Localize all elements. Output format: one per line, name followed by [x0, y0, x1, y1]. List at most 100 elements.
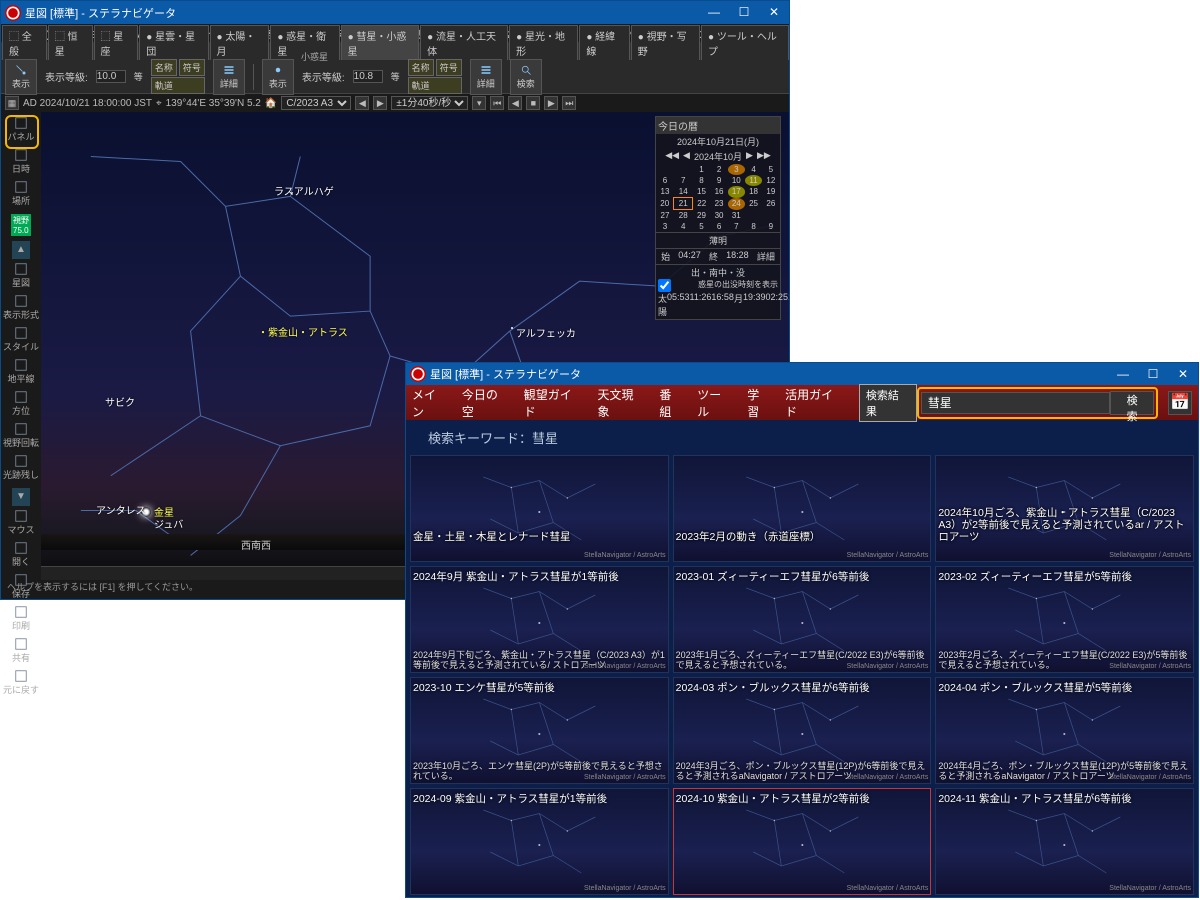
tab-0[interactable]: ⬚ 全般	[2, 25, 47, 60]
tab-9[interactable]: ● 経緯線	[579, 25, 629, 60]
minimize-button[interactable]: —	[699, 1, 729, 24]
show-comets-button[interactable]: 表示	[5, 59, 37, 95]
mag-input-2[interactable]	[353, 70, 383, 83]
titlebar-2[interactable]: 星図 [標準] - ステラナビゲータ — ☐ ✕	[406, 363, 1198, 385]
sign-toggle-2[interactable]: 符号	[436, 59, 462, 76]
orbit-toggle-2[interactable]: 軌道	[408, 77, 462, 94]
left-item-2[interactable]: 場所	[3, 178, 39, 209]
nav-item[interactable]: ツール	[697, 386, 733, 420]
left-item-15[interactable]: 元に戻す	[3, 667, 39, 698]
play-last[interactable]: ⏭	[562, 96, 576, 110]
search-submit[interactable]: 検索	[1110, 391, 1154, 415]
left-item-3[interactable]: 星図	[3, 260, 39, 291]
tab-7[interactable]: ● 流星・人工天体	[420, 25, 508, 60]
orbit-toggle[interactable]: 軌道	[151, 77, 205, 94]
cal-prev[interactable]: ◀	[683, 150, 690, 163]
sim-time[interactable]: AD 2024/10/21 18:00:00 JST	[23, 98, 152, 109]
result-card-8[interactable]: 2024-04 ポン・ブルックス彗星が5等前後2024年4月ごろ、ポン・ブルック…	[935, 677, 1194, 784]
sign-toggle[interactable]: 符号	[179, 59, 205, 76]
cal-next[interactable]: ▶	[746, 150, 753, 163]
zoom-out[interactable]: ▼	[12, 488, 30, 506]
maximize-button[interactable]: ☐	[729, 1, 759, 24]
play-stop[interactable]: ■	[526, 96, 540, 110]
play-back[interactable]: ◀	[508, 96, 522, 110]
next-target[interactable]: ▶	[373, 96, 387, 110]
tab-8[interactable]: ● 星光・地形	[509, 25, 578, 60]
detail-button-2[interactable]: 詳細	[470, 59, 502, 95]
result-card-3[interactable]: 2024年9月 紫金山・アトラス彗星が1等前後2024年9月下旬ごろ、紫金山・ア…	[410, 566, 669, 673]
nav-item[interactable]: 観望ガイド	[524, 386, 584, 420]
result-card-4[interactable]: 2023-01 ズィーティーエフ彗星が6等前後2023年1月ごろ、ズィーティーエ…	[673, 566, 932, 673]
sim-location[interactable]: 139°44'E 35°39'N 5.2	[166, 98, 261, 109]
titlebar[interactable]: 星図 [標準] - ステラナビゲータ — ☐ ✕	[1, 1, 789, 24]
left-item-7[interactable]: 方位	[3, 388, 39, 419]
left-item-8[interactable]: 視野回転	[3, 420, 39, 451]
maximize-button[interactable]: ☐	[1138, 363, 1168, 386]
result-card-2[interactable]: 2024年10月ごろ、紫金山・アトラス彗星（C/2023 A3）が2等前後で見え…	[935, 455, 1194, 562]
result-card-6[interactable]: 2023-10 エンケ彗星が5等前後2023年10月ごろ、エンケ彗星(2P)が5…	[410, 677, 669, 784]
tab-11[interactable]: ● ツール・ヘルプ	[701, 25, 789, 60]
target-select[interactable]: C/2023 A3	[281, 96, 351, 110]
name-toggle-2[interactable]: 名称	[408, 59, 434, 76]
nav-item[interactable]: 学習	[747, 386, 771, 420]
result-card-9[interactable]: 2024-09 紫金山・アトラス彗星が1等前後StellaNavigator /…	[410, 788, 669, 895]
tab-2[interactable]: ⬚ 星座	[94, 25, 139, 60]
twilight-detail[interactable]: 詳細	[757, 250, 775, 263]
nav-item[interactable]: 今日の空	[462, 386, 510, 420]
nav-item[interactable]: 活用ガイド	[785, 386, 845, 420]
result-card-5[interactable]: 2023-02 ズィーティーエフ彗星が5等前後2023年2月ごろ、ズィーティーエ…	[935, 566, 1194, 673]
left-toolbar: パネル日時場所視野75.0▲星図表示形式スタイル地平線方位視野回転光跡残し▼マウ…	[1, 112, 41, 580]
results-grid: 金星・土星・木星とレナード彗星StellaNavigator / AstroAr…	[406, 455, 1198, 895]
left-item-1[interactable]: 日時	[3, 146, 39, 177]
rise-row: 月19:3902:2510:37	[734, 292, 789, 318]
nav-item[interactable]: メイン	[412, 386, 448, 420]
play-first[interactable]: ⏮	[490, 96, 504, 110]
calendar-grid[interactable]: 12345 6789101112 13141516171819 20212223…	[656, 164, 780, 232]
panel-toggle[interactable]: ▦	[5, 96, 19, 110]
nav-item[interactable]: 番組	[659, 386, 683, 420]
result-card-10[interactable]: 2024-10 紫金山・アトラス彗星が2等前後StellaNavigator /…	[673, 788, 932, 895]
show-minor-button[interactable]: 表示	[262, 59, 294, 95]
result-card-11[interactable]: 2024-11 紫金山・アトラス彗星が6等前後StellaNavigator /…	[935, 788, 1194, 895]
tab-1[interactable]: ⬚ 恒星	[48, 25, 93, 60]
zoom-in[interactable]: ▲	[12, 241, 30, 259]
left-item-5[interactable]: スタイル	[3, 324, 39, 355]
cal-prev-year[interactable]: ◀◀	[665, 150, 679, 163]
result-card-0[interactable]: 金星・土星・木星とレナード彗星StellaNavigator / AstroAr…	[410, 455, 669, 562]
close-button[interactable]: ✕	[759, 1, 789, 24]
left-item-9[interactable]: 光跡残し	[3, 452, 39, 483]
tab-10[interactable]: ● 視野・写野	[631, 25, 700, 60]
search-input[interactable]	[921, 392, 1110, 414]
left-item-4[interactable]: 表示形式	[3, 292, 39, 323]
mag-unit-2: 等	[391, 70, 400, 83]
tab-6[interactable]: ● 彗星・小惑星	[341, 25, 420, 60]
result-card-1[interactable]: 2023年2月の動き（赤道座標）StellaNavigator / AstroA…	[673, 455, 932, 562]
tab-3[interactable]: ● 星雲・星団	[139, 25, 208, 60]
left-item-11[interactable]: 開く	[3, 539, 39, 570]
cal-next-year[interactable]: ▶▶	[757, 150, 771, 163]
name-toggle[interactable]: 名称	[151, 59, 177, 76]
left-item-13[interactable]: 印刷	[3, 603, 39, 634]
left-item-10[interactable]: マウス	[3, 507, 39, 538]
rate-menu[interactable]: ▾	[472, 96, 486, 110]
play-fwd[interactable]: ▶	[544, 96, 558, 110]
calendar-button[interactable]: 📅	[1168, 391, 1192, 415]
left-item-6[interactable]: 地平線	[3, 356, 39, 387]
mag-input-1[interactable]	[96, 70, 126, 83]
location-icon: ⌖	[156, 98, 162, 109]
search-button[interactable]: 検索	[510, 59, 542, 95]
nav-item[interactable]: 天文現象	[598, 386, 646, 420]
section-label-minor: 小惑星	[301, 50, 328, 63]
card-title: 2024年9月 紫金山・アトラス彗星が1等前後	[413, 569, 666, 584]
prev-target[interactable]: ◀	[355, 96, 369, 110]
left-item-14[interactable]: 共有	[3, 635, 39, 666]
minimize-button[interactable]: —	[1108, 363, 1138, 386]
asteroid-icon	[272, 64, 284, 76]
tab-4[interactable]: ● 太陽・月	[210, 25, 270, 60]
detail-button[interactable]: 詳細	[213, 59, 245, 95]
close-button[interactable]: ✕	[1168, 363, 1198, 386]
result-card-7[interactable]: 2024-03 ポン・ブルックス彗星が6等前後2024年3月ごろ、ポン・ブルック…	[673, 677, 932, 784]
results-tab[interactable]: 検索結果	[859, 384, 917, 422]
rate-select[interactable]: ±1分40秒/秒	[391, 96, 468, 110]
show-planets-check[interactable]	[658, 279, 671, 292]
